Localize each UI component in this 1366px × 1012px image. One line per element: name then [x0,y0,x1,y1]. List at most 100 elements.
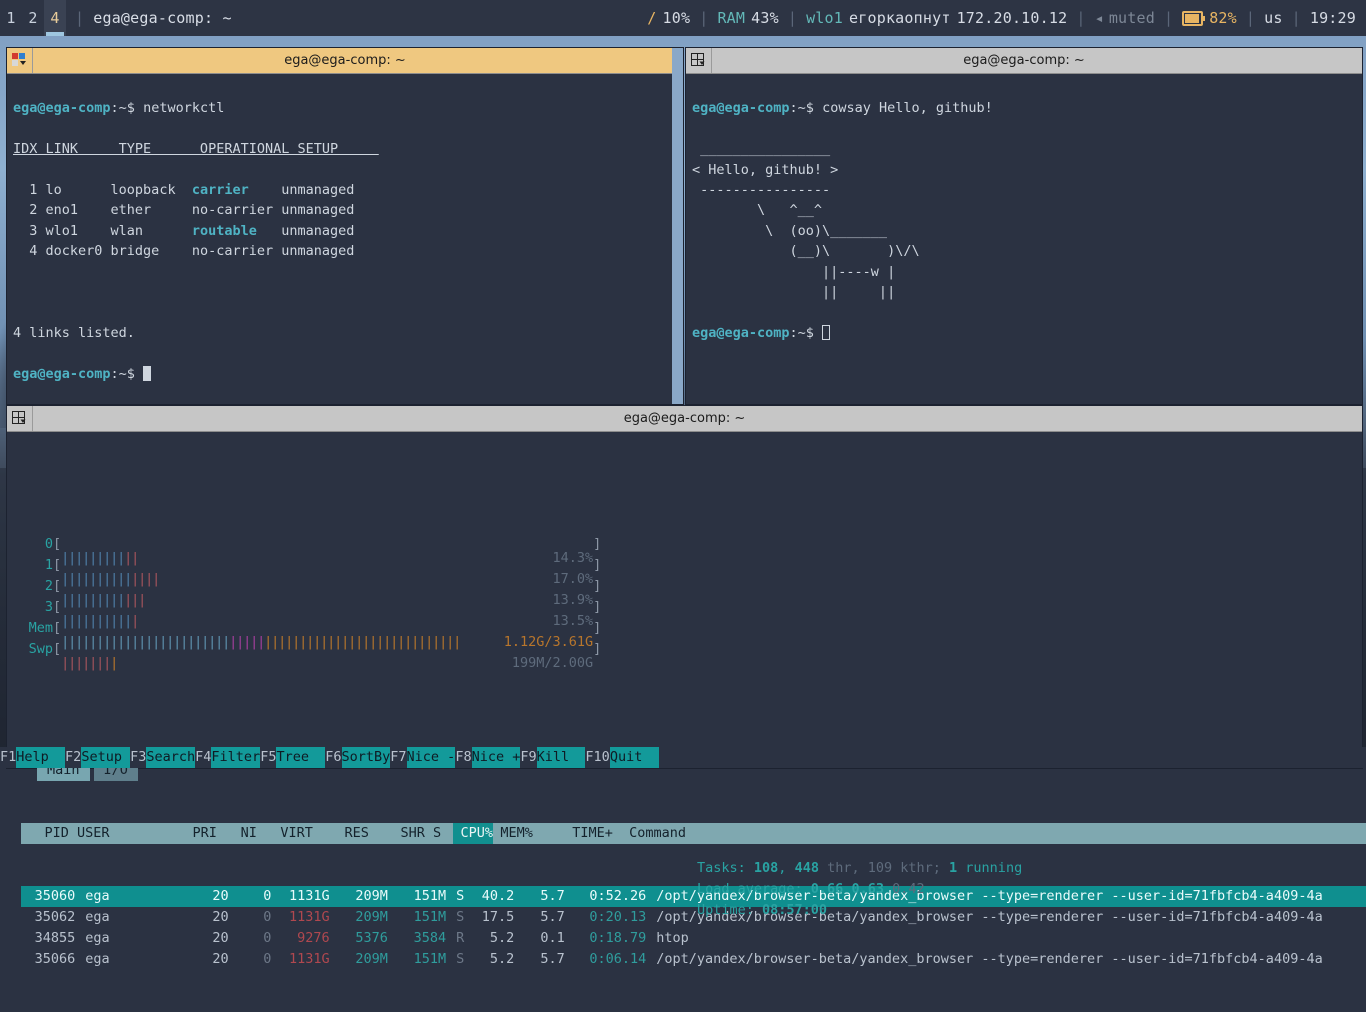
function-label-f8[interactable]: Nice + [471,747,521,768]
terminal-content-networkctl[interactable]: ega@ega-comp:~$ networkctl IDX LINK TYPE… [7,74,683,425]
htop-content[interactable]: 0[||||||||||| 14.3%] 1[|||||||||||||| 17.… [7,432,1366,1012]
column-header-ni[interactable]: NI [225,823,265,844]
function-key-f6[interactable]: F6 [325,747,341,768]
panel-separator-1: | [75,9,85,27]
link-setup: unmanaged [281,222,355,239]
function-key-f10[interactable]: F10 [585,747,609,768]
top-panel: 124 | ega@ega-comp: ~ / 10% | RAM 43% | … [0,0,1366,36]
link-name: wlo1 [45,222,111,239]
process-table-header[interactable]: PID USER PRI NI VIRT RES SHR S CPU% MEM% … [21,823,1366,844]
bracket-open: [ [53,578,62,594]
cell-cmd: htop [656,930,689,946]
load-average-label: Load average: [697,881,811,897]
process-row[interactable]: 35060 ega 20 0 1131G 209M 151M S 40.2 5.7 0:52.26/… [21,886,1366,907]
workspace-list: 124 [0,0,66,36]
process-row[interactable]: 34855 ega 20 0 9276 5376 3584 R 5.2 0.1 0:18.79 hto… [21,928,1366,949]
panel-status-area: / 10% | RAM 43% | wlo1 егоркаопнут 172.2… [647,9,1366,27]
cell-s: R [456,930,465,946]
function-key-f3[interactable]: F3 [130,747,146,768]
disk-usage-value: 10% [662,9,691,27]
column-header-res[interactable]: RES [321,823,377,844]
cell-user: ega [85,951,110,967]
process-row[interactable]: 35066 ega 20 0 1131G 209M 151M S 5.2 5.7 0:06.14/o… [21,949,1366,970]
column-header-time[interactable]: TIME+ [541,823,621,844]
window-networkctl[interactable]: ega@ega-comp: ~ ega@ega-comp:~$ networkc… [7,48,683,404]
function-label-f10[interactable]: Quit [609,747,659,768]
column-header-s[interactable]: S [433,823,453,844]
link-type: loopback [110,182,192,199]
command-text: networkctl [143,100,225,117]
panel-window-title: ega@ega-comp: ~ [93,9,232,27]
column-header-cmd[interactable]: Command [621,823,1361,844]
cell-time: 0:06.14 [589,951,647,967]
workspace-button-1[interactable]: 1 [0,0,22,36]
battery-value: 82% [1209,9,1237,27]
function-label-f9[interactable]: Kill [536,747,586,768]
terminal-content-cowsay[interactable]: ega@ega-comp:~$ cowsay Hello, github! __… [686,74,1362,384]
cell-ni: 0 [263,930,272,946]
cpu-meter-3-value: 13.5% [552,613,594,629]
function-label-f2[interactable]: Setup [81,747,131,768]
cpu-meter-2-value: 13.9% [552,592,594,608]
function-label-f7[interactable]: Nice - [406,747,456,768]
function-key-f7[interactable]: F7 [390,747,406,768]
workspace-button-4[interactable]: 4 [44,0,66,36]
window-title-networkctl: ega@ega-comp: ~ [284,53,406,68]
cell-cpu: 17.5 [481,909,515,925]
bracket-open: [ [53,536,62,552]
link-index: 4 [13,243,46,260]
titlebar-networkctl[interactable]: ega@ega-comp: ~ [7,48,683,74]
column-header-cpu[interactable]: CPU% [453,823,493,844]
cpu-meter-1-label: 1 [44,557,53,573]
htop-system-stats: Tasks: 108, 448 thr, 109 kthr; 1 running… [697,858,1022,921]
process-table[interactable]: 35060 ega 20 0 1131G 209M 151M S 40.2 5.7 0:52.26 /… [7,886,1366,970]
cell-mem: 5.7 [540,951,565,967]
column-header-mem[interactable]: MEM% [493,823,541,844]
link-operational: routable [191,222,282,239]
function-label-f5[interactable]: Tree [276,747,326,768]
htop-function-key-bar[interactable]: F1 Help F2 Setup F3 Search F4 Filter F5 Tree F6… [0,747,1366,768]
function-key-f4[interactable]: F4 [195,747,211,768]
link-index: 3 [13,222,46,239]
cell-pri: 20 [212,888,229,904]
function-key-f9[interactable]: F9 [520,747,536,768]
column-header-pid[interactable]: PID [21,823,77,844]
bracket-close: ] [593,599,602,615]
cell-s: S [456,951,465,967]
column-header-user[interactable]: USER [77,823,177,844]
column-header-pri[interactable]: PRI [177,823,225,844]
cell-time: 0:18.79 [589,930,647,946]
function-key-f2[interactable]: F2 [65,747,81,768]
function-label-f6[interactable]: SortBy [341,747,391,768]
function-key-f1[interactable]: F1 [0,747,16,768]
function-key-f5[interactable]: F5 [260,747,276,768]
panel-separator-4: | [1076,9,1086,27]
cell-time: 0:20.13 [589,909,647,925]
thread-count: 448 [794,860,819,876]
function-key-f8[interactable]: F8 [455,747,471,768]
cpu-meter-0-label: 0 [44,536,53,552]
uptime-label: Uptime: [697,902,763,918]
titlebar-cowsay[interactable]: ega@ega-comp: ~ [686,48,1362,74]
column-header-shr[interactable]: SHR [377,823,433,844]
workspace-button-2[interactable]: 2 [22,0,44,36]
titlebar-htop[interactable]: ega@ega-comp: ~ [7,406,1362,432]
mem-meter-label: Mem [28,620,53,636]
window-htop[interactable]: ega@ega-comp: ~ 0[||||||||||| 14.3%] 1[||… [7,406,1366,967]
uptime-line: Uptime: 08:57:00 [697,900,1022,921]
speaker-muted-icon: ◂ [1094,9,1104,27]
cell-user: ega [85,909,110,925]
window-cowsay[interactable]: ega@ega-comp: ~ ega@ega-comp:~$ cowsay H… [672,48,1362,404]
function-label-f4[interactable]: Filter [211,747,261,768]
function-label-f3[interactable]: Search [146,747,196,768]
function-label-f1[interactable]: Help [16,747,66,768]
final-prompt-path: :~$ [789,324,814,341]
column-header-virt[interactable]: VIRT [265,823,321,844]
cell-shr: 151M [413,951,447,967]
process-row[interactable]: 35062 ega 20 0 1131G 209M 151M S 17.5 5.7 0:20.13/… [21,907,1366,928]
bracket-open: [ [53,641,62,657]
cpu-meter-3-bars: ||||||||||| [61,613,140,629]
terminal-scrollbar[interactable] [672,48,683,404]
link-type: ether [110,202,192,219]
window-title-cowsay: ega@ega-comp: ~ [963,53,1085,68]
